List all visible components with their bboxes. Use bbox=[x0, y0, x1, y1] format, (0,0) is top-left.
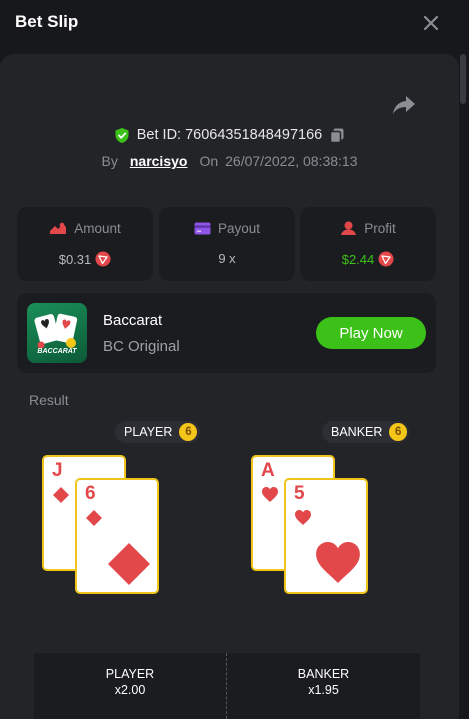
stat-profit-value: $2.44 bbox=[341, 251, 375, 267]
stat-profit-label: Profit bbox=[364, 221, 396, 236]
game-card: BACCARAT Baccarat BC Original Play Now bbox=[17, 293, 436, 373]
card-rank: J bbox=[52, 460, 63, 481]
player-card-2: 6 bbox=[75, 478, 159, 594]
stat-amount: Amount $0.31 bbox=[17, 207, 153, 281]
stat-amount-label: Amount bbox=[74, 221, 121, 236]
amount-icon bbox=[50, 222, 67, 234]
diamond-icon bbox=[86, 510, 102, 526]
player-score-pill: PLAYER 6 bbox=[115, 421, 200, 443]
bet-option-banker: BANKER x1.95 bbox=[227, 653, 420, 719]
bet-option-player: PLAYER x2.00 bbox=[34, 653, 227, 719]
trx-coin-icon bbox=[378, 251, 394, 267]
copy-icon[interactable] bbox=[329, 127, 345, 144]
on-label: On bbox=[199, 153, 219, 169]
user-link[interactable]: narcisyo bbox=[130, 153, 188, 169]
heart-icon bbox=[295, 510, 311, 525]
bet-option-label: BANKER bbox=[297, 667, 350, 681]
card-rank: 5 bbox=[294, 483, 305, 504]
bet-option-multiplier: x1.95 bbox=[308, 683, 339, 697]
heart-icon bbox=[262, 487, 278, 502]
scrollbar[interactable] bbox=[460, 54, 466, 104]
share-icon[interactable] bbox=[392, 94, 416, 116]
banker-card-2: 5 bbox=[284, 478, 368, 594]
stat-payout: Payout 9 x bbox=[159, 207, 295, 281]
card-rank: 6 bbox=[85, 483, 96, 504]
game-subtitle: BC Original bbox=[103, 338, 180, 355]
bet-option-label: PLAYER bbox=[105, 667, 155, 681]
baccarat-thumbnail[interactable]: BACCARAT bbox=[27, 303, 87, 363]
shield-check-icon bbox=[115, 127, 129, 143]
result-label: Result bbox=[29, 392, 69, 408]
stat-payout-label: Payout bbox=[217, 221, 261, 236]
heart-icon bbox=[316, 542, 360, 583]
banker-score-pill: BANKER 6 bbox=[322, 421, 409, 443]
player-label: PLAYER bbox=[124, 425, 173, 439]
play-now-button[interactable]: Play Now bbox=[316, 317, 426, 349]
bet-meta-row: By narcisyo On 26/07/2022, 08:38:13 bbox=[0, 151, 459, 171]
game-name: Baccarat bbox=[103, 312, 163, 329]
profit-icon bbox=[341, 221, 357, 235]
bet-id-row: Bet ID: 76064351848497166 bbox=[0, 125, 459, 145]
page-title: Bet Slip bbox=[15, 12, 79, 31]
card-rank: A bbox=[261, 460, 275, 481]
diamond-icon bbox=[53, 487, 69, 503]
thumbnail-text: BACCARAT bbox=[37, 348, 77, 355]
trx-coin-icon bbox=[95, 251, 111, 267]
banker-score-badge: 6 bbox=[389, 423, 407, 441]
bet-option-multiplier: x2.00 bbox=[114, 683, 146, 697]
stat-payout-value: 9 x bbox=[218, 251, 236, 266]
stat-profit: Profit $2.44 bbox=[300, 207, 436, 281]
banker-label: BANKER bbox=[331, 425, 383, 439]
close-icon[interactable] bbox=[420, 12, 442, 34]
stat-amount-value: $0.31 bbox=[58, 251, 92, 267]
bet-slip-header: Bet Slip bbox=[0, 0, 469, 48]
player-score-badge: 6 bbox=[179, 423, 198, 441]
card-icon bbox=[194, 222, 211, 235]
diamond-icon bbox=[108, 543, 150, 585]
bet-id: Bet ID: 76064351848497166 bbox=[136, 127, 323, 143]
by-label: By bbox=[101, 153, 118, 169]
bet-date: 26/07/2022, 08:38:13 bbox=[225, 153, 358, 169]
bet-options: PLAYER x2.00 BANKER x1.95 bbox=[34, 653, 420, 719]
